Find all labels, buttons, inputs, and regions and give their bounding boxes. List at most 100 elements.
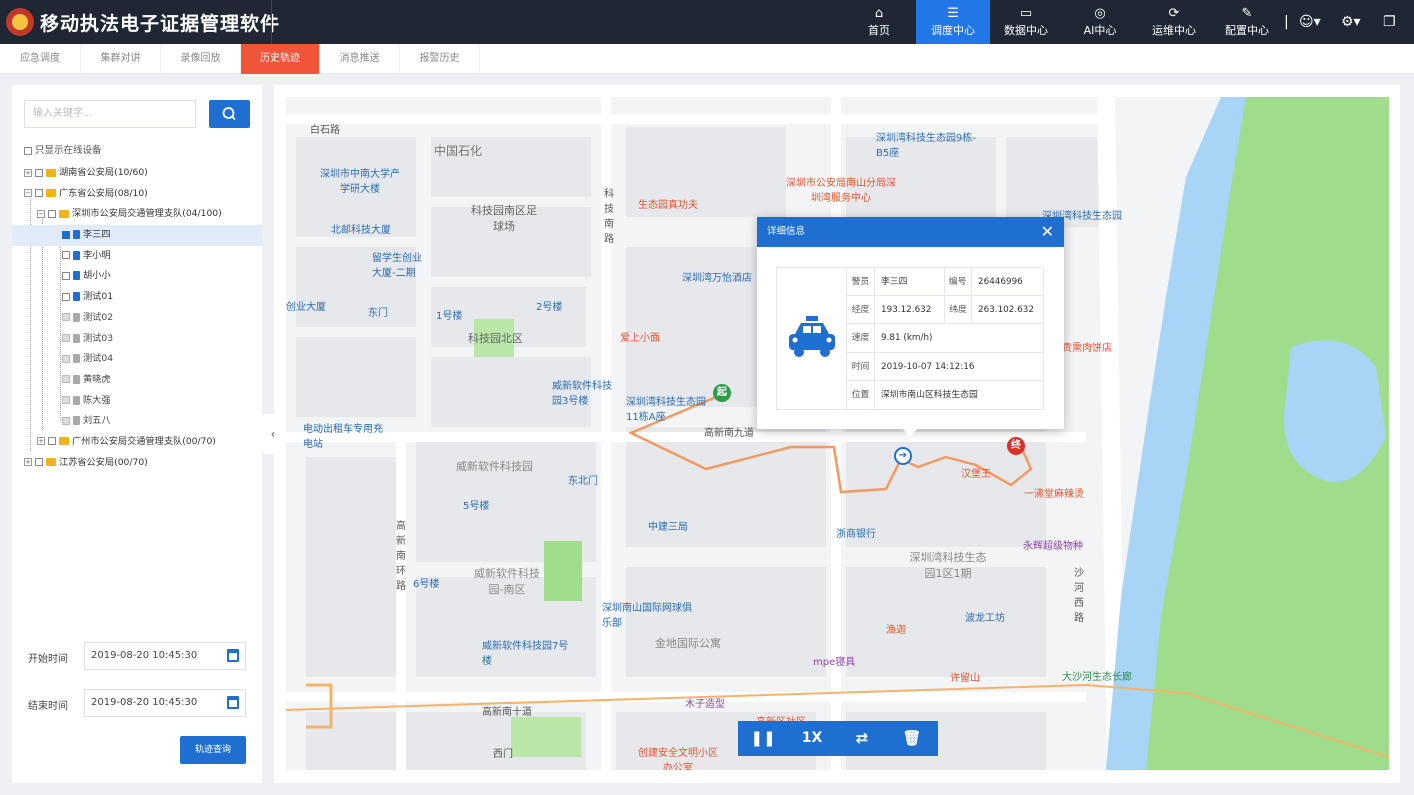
tree-node-jiangsu[interactable]: + 江苏省公安局(00/70) xyxy=(12,453,262,474)
nav-ops-center[interactable]: ⟳ 运维中心 xyxy=(1138,0,1210,44)
device-offline-icon xyxy=(73,416,80,426)
map-label: 1号楼 xyxy=(436,311,463,322)
device-checkbox xyxy=(62,396,70,405)
tab-alarm-history[interactable]: 报警历史 xyxy=(400,44,480,74)
start-time-input[interactable]: 2019-08-20 10:45:30 xyxy=(84,642,246,670)
map-panel: 白石路 中国石化 科技园南区足球场 深圳市中南大学产学研大楼 北邮科技大厦 留学… xyxy=(274,85,1400,783)
map-label: 创建安全文明小区办公室 xyxy=(638,748,718,770)
speed-row: 速度 9.81 (km/h) xyxy=(847,324,1044,353)
expand-icon[interactable]: + xyxy=(24,458,32,467)
tree-device-chendaqiang[interactable]: 陈大强 xyxy=(12,391,262,412)
window-icon[interactable]: ❐ xyxy=(1383,0,1396,44)
device-offline-icon xyxy=(73,354,80,364)
track-query-button[interactable]: 轨迹查询 xyxy=(180,736,246,764)
tree-device-test04[interactable]: 测试04 xyxy=(12,349,262,370)
tab-emergency-dispatch[interactable]: 应急调度 xyxy=(0,44,81,74)
map-label: 波龙工坊 xyxy=(965,613,1005,624)
calendar-icon[interactable] xyxy=(227,649,239,662)
node-checkbox[interactable] xyxy=(35,168,43,177)
tree-device-test01[interactable]: 测试01 xyxy=(12,287,262,308)
coords-row: 经度 193.12.632 纬度 263.102.632 xyxy=(847,296,1044,325)
device-label: 李三四 xyxy=(83,229,111,241)
search-input[interactable]: 输入关键字... xyxy=(24,100,196,128)
device-label: 黄晓虎 xyxy=(83,373,111,385)
online-only-toggle[interactable]: 只显示在线设备 xyxy=(24,142,102,156)
tree-device-huangxiaohu[interactable]: 黄晓虎 xyxy=(12,370,262,391)
map-label: 大沙河生态长廊 xyxy=(1062,672,1132,683)
detail-fields: 警员 李三四 编号 26446996 经度 193.12.632 纬度 263.… xyxy=(847,268,1044,409)
tab-cluster-talk[interactable]: 集群对讲 xyxy=(81,44,161,74)
popup-header: 详细信息 ✕ xyxy=(757,217,1064,247)
nav-config-center[interactable]: ✎ 配置中心 xyxy=(1214,0,1280,44)
node-checkbox[interactable] xyxy=(35,458,43,467)
map-label: 电动出租车专用充电站 xyxy=(303,424,383,450)
close-icon[interactable]: ✕ xyxy=(1041,217,1054,247)
trash-icon[interactable]: 🗑 xyxy=(894,721,930,756)
tab-video-playback[interactable]: 录像回放 xyxy=(161,44,241,74)
nav-home-label: 首页 xyxy=(868,24,890,37)
calendar-icon[interactable] xyxy=(227,696,239,709)
settings-menu-icon[interactable]: ⚙▾ xyxy=(1341,0,1361,44)
nav-ai-center[interactable]: ◎ AI中心 xyxy=(1068,0,1132,44)
map-label: 浙商银行 xyxy=(836,529,876,540)
collapse-icon[interactable]: − xyxy=(24,189,32,198)
tree-device-test02[interactable]: 测试02 xyxy=(12,308,262,329)
start-time-label: 开始时间 xyxy=(28,654,68,665)
node-checkbox[interactable] xyxy=(35,189,43,198)
map-label: 高新南十道 xyxy=(482,707,532,718)
tree-device-lixiaoming[interactable]: 李小明 xyxy=(12,246,262,267)
track-end-marker[interactable]: 终 xyxy=(1007,437,1025,455)
tree-node-shenzhen-traffic[interactable]: − 深圳市公安局交通管理支队(04/100) xyxy=(12,204,262,225)
tree-node-label: 江苏省公安局(00/70) xyxy=(59,456,148,468)
tree-device-huxiaoxiao[interactable]: 胡小小 xyxy=(12,266,262,287)
online-only-label: 只显示在线设备 xyxy=(35,145,102,156)
tree-node-hunan[interactable]: + 湖南省公安局(10/60) xyxy=(12,163,262,184)
nav-config-label: 配置中心 xyxy=(1225,24,1269,37)
device-checkbox[interactable] xyxy=(62,292,70,301)
map-canvas[interactable]: 白石路 中国石化 科技园南区足球场 深圳市中南大学产学研大楼 北邮科技大厦 留学… xyxy=(286,97,1389,770)
tree-node-label: 广东省公安局(08/10) xyxy=(59,187,148,199)
expand-icon[interactable]: + xyxy=(37,437,45,446)
officer-row: 警员 李三四 编号 26446996 xyxy=(847,268,1044,297)
tab-message-push[interactable]: 消息推送 xyxy=(320,44,400,74)
device-label: 测试02 xyxy=(83,311,114,323)
device-checkbox[interactable] xyxy=(62,230,70,239)
device-checkbox[interactable] xyxy=(62,251,70,260)
collapse-icon[interactable]: − xyxy=(37,209,45,218)
online-only-checkbox[interactable] xyxy=(24,146,32,155)
officer-value: 李三四 xyxy=(881,277,908,287)
map-label: 永辉超级物种 xyxy=(1023,541,1083,552)
map-label: 深圳市中南大学产学研大楼 xyxy=(320,169,400,195)
tree-node-guangdong[interactable]: − 广东省公安局(08/10) xyxy=(12,184,262,205)
map-label: 深圳湾科技生态园1区1期 xyxy=(909,551,987,580)
tab-history-track[interactable]: 历史轨迹 xyxy=(241,44,320,74)
pause-icon[interactable]: ❚❚ xyxy=(746,721,780,756)
node-checkbox[interactable] xyxy=(48,209,56,218)
map-label: 创业大厦 xyxy=(286,302,326,313)
device-checkbox xyxy=(62,375,70,384)
folder-icon xyxy=(46,189,56,198)
map-label: 5号楼 xyxy=(463,501,490,512)
expand-icon[interactable]: + xyxy=(24,168,32,177)
map-label: 东门 xyxy=(368,308,388,319)
search-button[interactable] xyxy=(209,100,250,128)
location-value: 深圳市南山区科技生态园 xyxy=(881,389,978,400)
node-checkbox[interactable] xyxy=(48,437,56,446)
tree-device-liuwuba[interactable]: 刘五八 xyxy=(12,411,262,432)
end-time-input[interactable]: 2019-08-20 10:45:30 xyxy=(84,689,246,717)
nav-home[interactable]: ⌂ 首页 xyxy=(848,0,910,44)
nav-data-center[interactable]: ▭ 数据中心 xyxy=(990,0,1062,44)
loop-icon[interactable]: ⇄ xyxy=(844,721,880,756)
tree-device-lisansi[interactable]: 李三四 xyxy=(12,225,262,246)
nav-dispatch-center[interactable]: ☰ 调度中心 xyxy=(916,0,990,44)
tree-node-guangzhou-traffic[interactable]: + 广州市公安局交通管理支队(00/70) xyxy=(12,432,262,453)
time-label: 时间 xyxy=(847,352,875,381)
device-checkbox[interactable] xyxy=(62,271,70,280)
location-label: 位置 xyxy=(847,380,875,409)
map-label: 高新南九道 xyxy=(704,428,754,439)
current-position-marker[interactable]: ➔ xyxy=(894,447,912,465)
speed-button[interactable]: 1X xyxy=(794,721,830,756)
tree-device-test03[interactable]: 测试03 xyxy=(12,329,262,350)
user-menu-icon[interactable]: ☺▾ xyxy=(1299,0,1321,44)
track-start-marker[interactable]: 起 xyxy=(713,384,731,402)
